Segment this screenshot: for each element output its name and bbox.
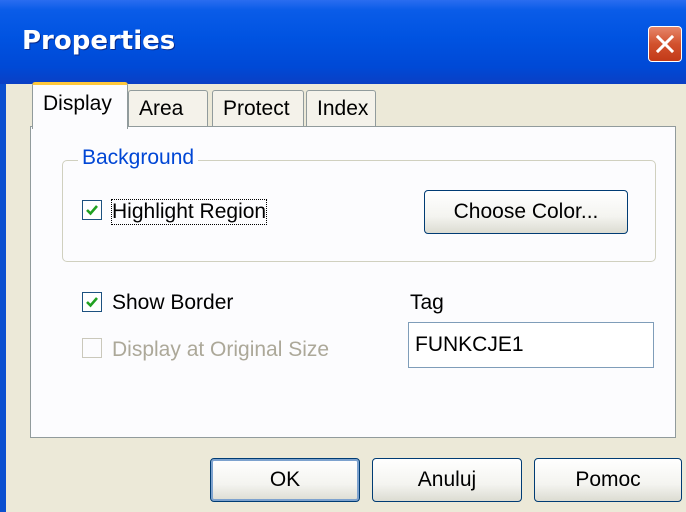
tab-display-label: Display [43,92,112,115]
tab-index[interactable]: Index [306,90,376,128]
checkmark-icon [86,297,98,308]
tag-input-value: FUNKCJE1 [415,333,524,356]
original-size-checkbox[interactable] [82,338,102,358]
close-icon [656,35,674,53]
window-title: Properties [22,26,176,56]
close-button[interactable] [648,26,682,62]
tag-input[interactable]: FUNKCJE1 [408,322,654,368]
checkmark-icon [86,205,98,216]
tab-protect-label: Protect [223,97,290,120]
tag-label: Tag [410,291,444,314]
tab-index-label: Index [317,97,369,120]
help-button[interactable]: Pomoc [534,458,682,502]
tab-area-label: Area [139,97,184,120]
background-group-title: Background [78,146,199,170]
tab-protect[interactable]: Protect [212,90,304,128]
highlight-region-label[interactable]: Highlight Region [110,199,268,225]
original-size-label: Display at Original Size [112,338,330,361]
show-border-checkbox[interactable] [82,292,102,312]
ok-button[interactable]: OK [210,458,360,502]
show-border-label[interactable]: Show Border [112,291,233,315]
tab-display[interactable]: Display [32,82,128,129]
tab-area[interactable]: Area [128,90,208,128]
choose-color-button[interactable]: Choose Color... [424,190,628,234]
title-bar[interactable]: Properties [0,0,686,84]
cancel-button[interactable]: Anuluj [372,458,522,502]
window-frame-left [0,84,6,512]
highlight-region-checkbox[interactable] [82,200,102,220]
